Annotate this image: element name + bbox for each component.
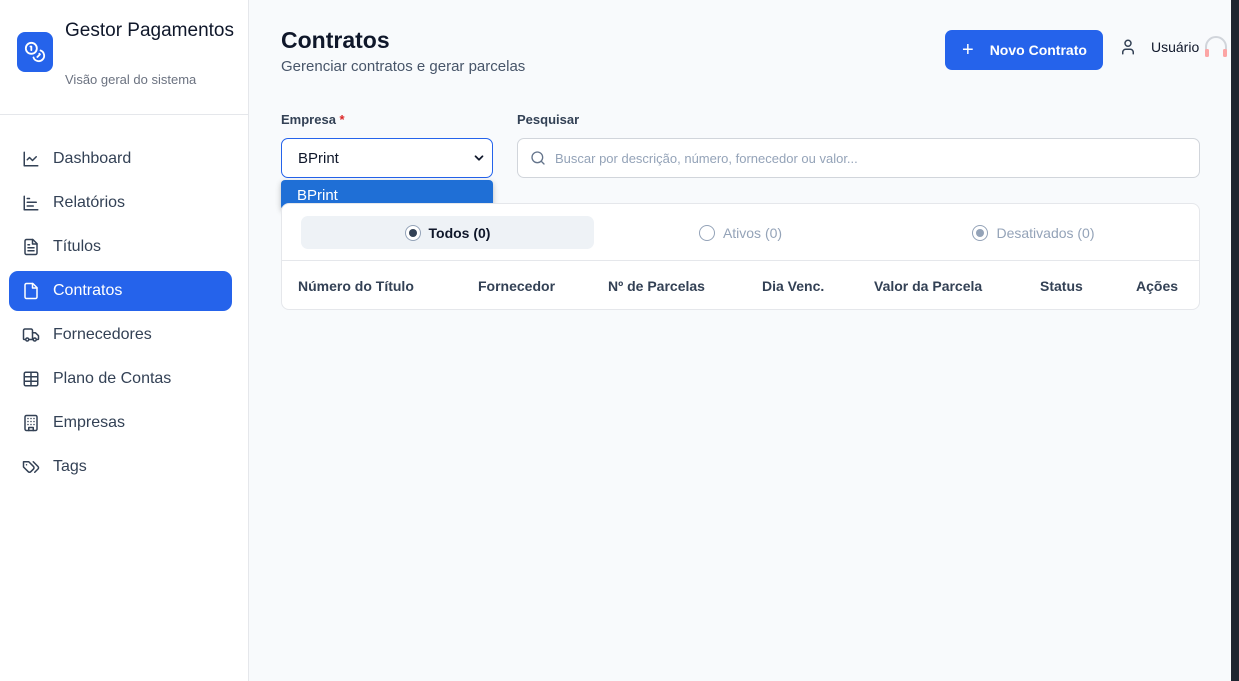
- search-input[interactable]: [555, 150, 1155, 166]
- column-header[interactable]: Valor da Parcela: [874, 278, 982, 294]
- sidebar-item-fornecedores[interactable]: Fornecedores: [9, 315, 232, 355]
- user-icon: [1122, 39, 1134, 55]
- filter-desativados[interactable]: Desativados (0): [887, 216, 1180, 249]
- sidebar-item-label: Títulos: [53, 238, 102, 255]
- sidebar-item-plano-de-contas[interactable]: Plano de Contas: [9, 359, 232, 399]
- bar-chart-icon: [23, 195, 39, 211]
- window-edge: [1231, 0, 1239, 681]
- radio-icon: [698, 224, 715, 241]
- column-header[interactable]: Ações: [1136, 278, 1178, 294]
- status-filter-group: Todos (0) Ativos (0) Desativados (0): [282, 204, 1199, 261]
- empresa-label: Empresa *: [281, 112, 345, 127]
- sidebar-item-empresas[interactable]: Empresas: [9, 403, 232, 443]
- required-mark: *: [339, 112, 345, 127]
- radio-selected-icon: [404, 224, 421, 241]
- page-subtitle: Gerenciar contratos e gerar parcelas: [281, 58, 526, 75]
- column-header[interactable]: Fornecedor: [478, 278, 555, 294]
- brand-subtitle: Visão geral do sistema: [65, 72, 197, 87]
- filter-ativos[interactable]: Ativos (0): [594, 216, 887, 249]
- building-icon: [24, 414, 38, 432]
- sidebar-item-relatorios[interactable]: Relatórios: [9, 183, 232, 223]
- new-contract-button[interactable]: + Novo Contrato: [945, 30, 1103, 70]
- sidebar-item-label: Relatórios: [53, 194, 126, 211]
- sidebar-item-label: Dashboard: [53, 150, 132, 167]
- sidebar-item-label: Tags: [53, 458, 87, 475]
- filter-todos[interactable]: Todos (0): [301, 216, 594, 249]
- sidebar-item-dashboard[interactable]: Dashboard: [9, 139, 232, 179]
- sidebar-item-label: Plano de Contas: [53, 370, 172, 387]
- main-content: Contratos Gerenciar contratos e gerar pa…: [249, 0, 1231, 681]
- brand: Gestor Pagamentos Visão geral do sistema: [0, 0, 248, 115]
- empresa-select[interactable]: BPrint: [281, 138, 493, 178]
- sidebar-item-tags[interactable]: Tags: [9, 447, 232, 487]
- user-label: Usuário: [1151, 39, 1200, 55]
- headset-icon[interactable]: [1202, 34, 1230, 62]
- line-chart-icon: [23, 151, 39, 167]
- column-header[interactable]: Nº de Parcelas: [608, 278, 705, 294]
- sidebar: Gestor Pagamentos Visão geral do sistema…: [0, 0, 249, 681]
- column-header[interactable]: Dia Venc.: [762, 278, 824, 294]
- sidebar-item-contratos[interactable]: Contratos: [9, 271, 232, 311]
- sidebar-item-label: Fornecedores: [53, 326, 152, 343]
- coins-icon: [17, 32, 53, 72]
- search-box: [517, 138, 1200, 178]
- radio-icon: [972, 224, 989, 241]
- sidebar-item-label: Empresas: [53, 414, 126, 431]
- new-contract-label: Novo Contrato: [989, 42, 1087, 58]
- user-menu[interactable]: Usuário: [1119, 38, 1199, 56]
- empresa-select-value: BPrint: [298, 149, 339, 167]
- truck-icon: [22, 328, 40, 342]
- sidebar-item-label: Contratos: [53, 282, 123, 299]
- search-label: Pesquisar: [517, 112, 580, 127]
- sidebar-nav: Dashboard Relatórios Títulos Contratos F…: [9, 139, 232, 491]
- table-icon: [23, 371, 39, 387]
- page-title: Contratos: [281, 27, 390, 53]
- chevron-down-icon: [474, 155, 484, 161]
- column-header[interactable]: Número do Título: [298, 278, 414, 294]
- brand-title: Gestor Pagamentos: [65, 20, 234, 41]
- search-icon: [531, 151, 545, 165]
- file-text-icon: [24, 238, 38, 256]
- contracts-table-card: Todos (0) Ativos (0) Desativados (0) Núm…: [281, 203, 1200, 310]
- tags-icon: [22, 461, 40, 473]
- file-icon: [24, 282, 38, 300]
- sidebar-item-titulos[interactable]: Títulos: [9, 227, 232, 267]
- column-header[interactable]: Status: [1040, 278, 1083, 294]
- plus-icon: +: [962, 39, 974, 61]
